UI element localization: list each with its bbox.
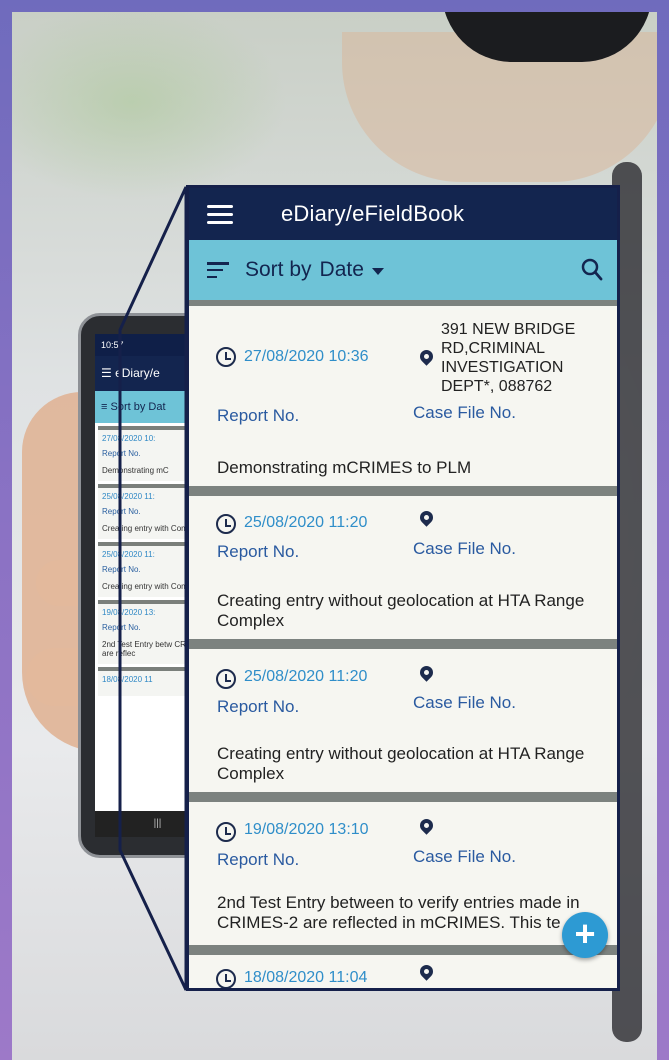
sort-value-dropdown[interactable]: Date: [320, 258, 364, 282]
entry-card[interactable]: 27/08/2020 10:36 391 NEW BRIDGE RD,CRIMI…: [189, 300, 617, 486]
case-file-label: Case File No.: [413, 693, 516, 712]
entry-date: 19/08/2020 13:10: [244, 821, 369, 838]
report-no-label: Report No.: [217, 850, 300, 869]
clock-icon: [216, 822, 236, 842]
location-pin-icon: [417, 347, 436, 366]
address-line: INVESTIGATION: [441, 359, 564, 376]
entry-description-text: 2nd Test Entry between to verify entries…: [217, 893, 580, 932]
clock-icon: [216, 347, 236, 367]
sort-icon[interactable]: [207, 262, 229, 278]
report-no-label: Report No.: [217, 406, 300, 425]
clock-icon: [216, 969, 236, 988]
caret-down-icon[interactable]: [371, 267, 384, 275]
sort-bar: Sort by Date: [189, 240, 617, 300]
zoomed-screen: eDiary/eFieldBook Sort by Date 27/08/202…: [186, 185, 620, 991]
app-bar: eDiary/eFieldBook: [189, 188, 617, 240]
entry-description: Creating entry without geolocation at HT…: [217, 591, 585, 630]
entry-card[interactable]: 25/08/2020 11:20 Report No. Case File No…: [189, 486, 617, 639]
location-pin-icon: [417, 663, 436, 682]
location-pin-icon: [417, 816, 436, 835]
entry-card[interactable]: 19/08/2020 13:10 Report No. Case File No…: [189, 792, 617, 945]
entry-description: Demonstrating mCRIMES to PLM: [217, 458, 472, 477]
location-pin-icon: [417, 508, 436, 527]
case-file-label: Case File No.: [413, 403, 516, 422]
add-entry-button[interactable]: +: [562, 912, 608, 958]
clock-icon: [216, 514, 236, 534]
entry-description: Creating entry without geolocation at HT…: [217, 744, 585, 783]
entry-date: 25/08/2020 11:20: [244, 668, 368, 685]
address-line: 391 NEW BRIDGE: [441, 321, 576, 338]
address-line: DEPT*, 088762: [441, 378, 553, 395]
report-no-label: Report No.: [217, 697, 300, 716]
entry-description: 2nd Test Entry between to verify entries…: [217, 893, 601, 933]
entry-date: 18/08/2020 11:04: [244, 969, 368, 986]
entry-date: 25/08/2020 11:20: [244, 514, 368, 531]
entry-list: 27/08/2020 10:36 391 NEW BRIDGE RD,CRIMI…: [189, 300, 617, 988]
entry-card[interactable]: 18/08/2020 11:04: [189, 945, 617, 988]
clock-icon: [216, 669, 236, 689]
sort-label[interactable]: Sort by: [245, 258, 312, 282]
case-file-label: Case File No.: [413, 847, 516, 866]
location-pin-icon: [417, 962, 436, 981]
case-file-label: Case File No.: [413, 539, 516, 558]
app-title: eDiary/eFieldBook: [281, 201, 465, 226]
report-no-label: Report No.: [217, 542, 300, 561]
entry-card[interactable]: 25/08/2020 11:20 Report No. Case File No…: [189, 639, 617, 792]
entry-address: 391 NEW BRIDGE RD,CRIMINAL INVESTIGATION…: [441, 320, 611, 396]
entry-date: 27/08/2020 10:36: [244, 348, 369, 365]
menu-icon[interactable]: [207, 204, 233, 224]
search-icon[interactable]: [581, 258, 603, 282]
address-line: RD,CRIMINAL: [441, 340, 546, 357]
add-icon: +: [574, 913, 596, 954]
